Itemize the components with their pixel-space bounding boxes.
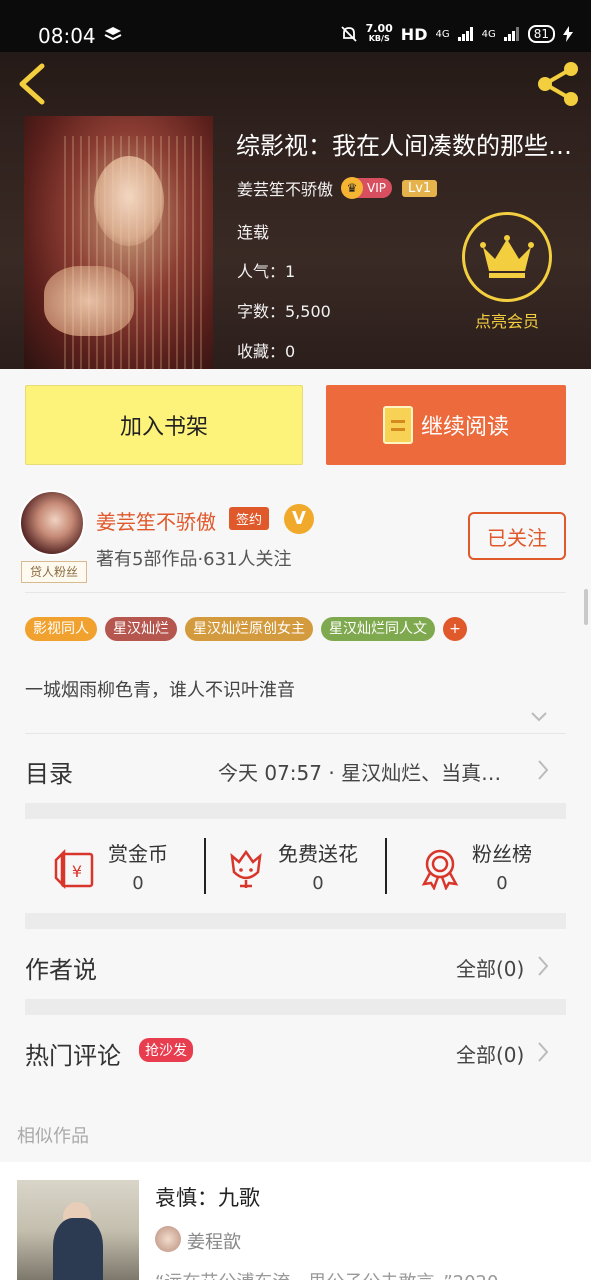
free-flower-label: 免费送花 <box>278 842 358 866</box>
popularity: 人气：1 <box>237 262 296 281</box>
member-label: 点亮会员 <box>474 312 539 331</box>
hd-label: HD <box>400 24 428 44</box>
tag-item[interactable]: 星汉灿烂同人文 <box>321 617 435 641</box>
svg-text:¥: ¥ <box>72 862 82 881</box>
book-author-line: 姜芸笙不骄傲 ♛ VIP Lv1 <box>237 176 438 200</box>
similar-work-description: “远在艾公溥东流，思公子公未敢言。”2020 <box>155 1268 498 1280</box>
similar-work-card[interactable] <box>0 1162 591 1280</box>
tag-item[interactable]: 星汉灿烂原创女主 <box>185 617 313 641</box>
tag-list: 影视同人 星汉灿烂 星汉灿烂原创女主 星汉灿烂同人文 + <box>25 617 467 641</box>
author-says-all-link[interactable]: 全部(0) <box>456 953 524 982</box>
chevron-right-icon[interactable] <box>536 759 550 781</box>
similar-author-avatar <box>155 1226 181 1252</box>
toc-latest-chapter[interactable]: 今天 07:57 · 星汉灿烂、当真… <box>218 757 518 786</box>
section-separator <box>25 913 566 929</box>
member-button[interactable]: 点亮会员 <box>462 212 552 332</box>
level-badge: Lv1 <box>402 179 438 197</box>
scrollbar[interactable] <box>584 589 588 625</box>
fan-ranking-count: 0 <box>496 873 508 894</box>
tag-item[interactable]: 影视同人 <box>25 617 97 641</box>
book-icon <box>382 406 413 444</box>
chevron-right-icon[interactable] <box>536 955 550 977</box>
similar-work-title[interactable]: 袁慎：九歌 <box>155 1182 260 1212</box>
author-says-title: 作者说 <box>25 956 97 984</box>
chevron-right-icon[interactable] <box>536 1041 550 1063</box>
charging-icon <box>563 26 573 42</box>
similar-works-label: 相似作品 <box>17 1126 89 1147</box>
divider <box>204 838 206 894</box>
free-flower-count: 0 <box>312 873 324 894</box>
expand-chevron-down-icon[interactable] <box>530 708 548 726</box>
crown-icon <box>480 235 534 278</box>
author-avatar[interactable] <box>19 490 85 556</box>
signal-icon-2 <box>503 27 519 41</box>
favorites-count: 收藏：0 <box>237 342 296 361</box>
reward-coin-count: 0 <box>132 873 144 894</box>
divider <box>25 592 566 593</box>
share-icon[interactable] <box>535 60 581 108</box>
signed-badge: 签约 <box>229 507 270 530</box>
flower-icon <box>230 849 262 888</box>
member-ring <box>462 212 552 302</box>
net-speed-unit: KB/S <box>368 34 390 43</box>
book-summary: 一城烟雨柳色青，谁人不识叶淮音 <box>25 680 295 701</box>
cover-figure-body <box>53 1218 103 1280</box>
status-bar: 08:04 7.00 KB/S HD 4G 4G 81 <box>0 0 591 52</box>
signal-icon <box>457 27 473 41</box>
net-speed: 7.00 KB/S <box>365 22 393 44</box>
cover-veil-pattern <box>64 136 204 369</box>
follow-button[interactable]: 已关注 <box>468 512 566 560</box>
continue-reading-button[interactable]: 继续阅读 <box>326 385 566 465</box>
more-tags-button[interactable]: + <box>443 617 467 641</box>
author-stats: 著有5部作品·631人关注 <box>96 549 292 570</box>
vip-crown-icon: ♛ <box>341 177 364 199</box>
similar-author-name: 姜程歆 <box>187 1232 241 1253</box>
status-indicators: 7.00 KB/S HD 4G 4G 81 <box>340 22 573 44</box>
divider <box>385 838 387 894</box>
similar-work-cover[interactable] <box>17 1180 139 1280</box>
status-time: 08:04 <box>38 24 96 48</box>
mute-bell-icon <box>341 26 357 42</box>
book-cover[interactable] <box>24 116 213 369</box>
reward-coin-icon: ¥ <box>54 848 94 890</box>
hot-comments-all-link[interactable]: 全部(0) <box>456 1039 524 1068</box>
book-author-name[interactable]: 姜芸笙不骄傲 <box>237 176 333 200</box>
author-name[interactable]: 姜芸笙不骄傲 <box>96 506 216 535</box>
word-count: 字数：5,500 <box>237 302 331 321</box>
tag-item[interactable]: 星汉灿烂 <box>105 617 177 641</box>
net-4g-1: 4G <box>435 28 450 40</box>
free-flower-button[interactable]: 免费送花 0 <box>224 838 358 898</box>
vip-badge-label: VIP <box>367 181 386 195</box>
vip-badge: ♛ VIP <box>341 177 392 199</box>
back-icon[interactable] <box>14 62 50 106</box>
first-comment-badge[interactable]: 抢沙发 <box>139 1038 193 1062</box>
section-separator <box>25 999 566 1015</box>
verified-badge: V <box>284 504 314 534</box>
layers-icon <box>104 27 122 41</box>
divider <box>25 733 566 734</box>
book-title: 综影视：我在人间凑数的那些… <box>236 132 572 160</box>
continue-reading-label: 继续阅读 <box>420 415 509 440</box>
toc-label[interactable]: 目录 <box>25 754 73 789</box>
net-speed-value: 7.00 <box>365 22 393 35</box>
serial-status: 连载 <box>237 223 270 242</box>
fan-ranking-button[interactable]: 粉丝榜 0 <box>418 838 532 898</box>
reward-coin-label: 赏金币 <box>108 842 168 866</box>
battery-level: 81 <box>527 25 555 43</box>
medal-icon <box>421 849 459 890</box>
fan-ranking-label: 粉丝榜 <box>472 842 532 866</box>
add-to-shelf-button[interactable]: 加入书架 <box>25 385 303 465</box>
hot-comments-title: 热门评论 <box>25 1042 121 1070</box>
section-separator <box>25 803 566 819</box>
reward-coin-button[interactable]: ¥ 赏金币 0 <box>54 838 168 898</box>
net-4g-2: 4G <box>481 28 496 40</box>
fan-tag: 贷人粉丝 <box>21 561 87 583</box>
